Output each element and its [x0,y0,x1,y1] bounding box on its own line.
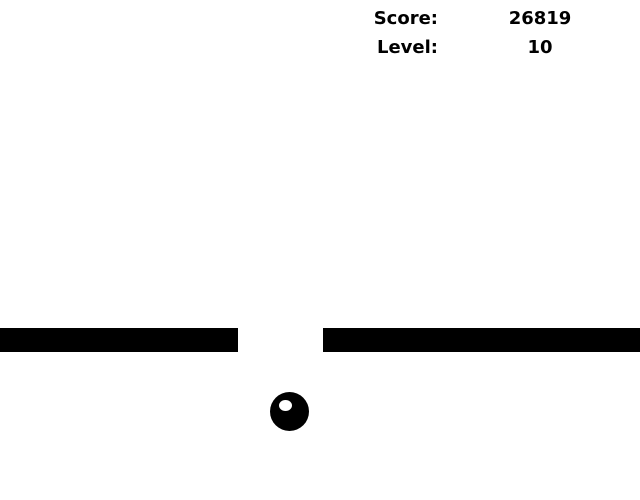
platform-left-segment [0,328,238,352]
score-value: 26819 [508,8,572,29]
level-label: Level: [377,37,438,58]
ball [270,392,309,431]
game-canvas: Score: 26819 Level: 10 [0,0,640,500]
platform-right-segment [323,328,640,352]
score-label: Score: [373,8,438,29]
level-value: 10 [527,37,553,58]
ball-highlight [279,400,292,411]
